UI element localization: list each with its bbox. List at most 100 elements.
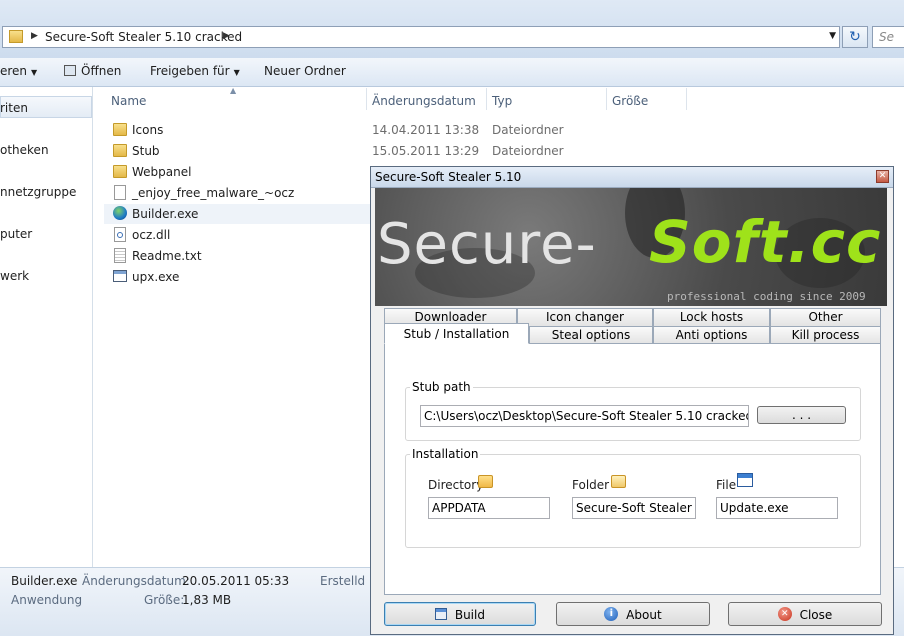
nav-item-libraries[interactable]: otheken — [0, 143, 49, 157]
about-button[interactable]: i About — [556, 602, 710, 626]
details-type: Anwendung — [11, 593, 83, 607]
organize-button[interactable]: eren ▼ — [0, 64, 37, 78]
folder-label: Folder — [572, 478, 610, 492]
nav-item-homegroup[interactable]: nnetzgruppe — [0, 185, 76, 199]
details-file-name: Builder.exe — [11, 574, 78, 588]
details-size-value: 1,83 MB — [182, 593, 232, 607]
stub-path-input[interactable]: C:\Users\ocz\Desktop\Secure-Soft Stealer… — [420, 405, 749, 427]
breadcrumb[interactable]: Secure-Soft Stealer 5.10 cracked — [45, 30, 242, 44]
tab-anti-options[interactable]: Anti options — [653, 326, 770, 344]
details-created-label: Erstelld — [320, 574, 366, 588]
column-divider[interactable] — [606, 88, 607, 110]
chevron-down-icon[interactable]: ▼ — [829, 31, 836, 41]
tab-lock-hosts[interactable]: Lock hosts — [653, 308, 770, 326]
file-name[interactable]: Icons — [132, 123, 163, 137]
sort-arrow-icon: ▲ — [230, 86, 237, 95]
share-button[interactable]: Freigeben für ▼ — [150, 64, 240, 78]
open-button[interactable]: Öffnen — [64, 64, 121, 78]
refresh-button[interactable]: ↻ — [842, 26, 868, 48]
file-date: 15.05.2011 13:29 — [372, 144, 480, 158]
exe-icon — [113, 270, 127, 282]
build-label: Build — [454, 608, 485, 622]
browse-button[interactable]: . . . — [757, 406, 846, 424]
about-label: About — [626, 608, 662, 622]
chevron-down-icon: ▼ — [233, 68, 240, 77]
tab-steal-options[interactable]: Steal options — [529, 326, 653, 344]
close-circle-icon: ✕ — [777, 607, 792, 621]
details-date-value: 20.05.2011 05:33 — [182, 574, 290, 588]
tab-other[interactable]: Other — [770, 308, 881, 326]
directory-label: Directory — [428, 478, 484, 492]
file-name[interactable]: Readme.txt — [132, 249, 202, 263]
search-input[interactable]: Se — [872, 26, 904, 48]
navigation-pane — [0, 87, 93, 567]
address-bar[interactable]: ▶ Secure-Soft Stealer 5.10 cracked ▶ ▼ — [2, 26, 840, 48]
column-divider[interactable] — [366, 88, 367, 110]
directory-folder-icon — [478, 475, 493, 488]
details-size-label: Größe: — [144, 593, 185, 607]
file-name[interactable]: upx.exe — [132, 270, 179, 284]
tab-stub-installation[interactable]: Stub / Installation — [384, 323, 529, 344]
info-icon: i — [604, 607, 619, 621]
banner-text-soft: Soft.cc — [649, 208, 882, 276]
new-folder-button[interactable]: Neuer Ordner — [264, 64, 346, 78]
folder-icon — [113, 165, 127, 178]
nav-item-network[interactable]: werk — [0, 269, 29, 283]
window-file-icon — [737, 473, 753, 487]
text-file-icon — [114, 248, 126, 263]
explorer-toolbar: eren ▼ Öffnen Freigeben für ▼ Neuer Ordner — [0, 58, 904, 87]
column-date[interactable]: Änderungsdatum — [372, 94, 476, 108]
column-name[interactable]: Name — [111, 94, 146, 108]
file-icon — [114, 185, 126, 200]
file-name[interactable]: Webpanel — [132, 165, 191, 179]
open-app-icon — [64, 65, 76, 76]
installation-label: Installation — [410, 447, 481, 461]
breadcrumb-arrow-icon[interactable]: ▶ — [223, 31, 230, 41]
refresh-icon: ↻ — [849, 29, 861, 45]
column-type[interactable]: Typ — [492, 94, 512, 108]
chevron-down-icon: ▼ — [31, 68, 38, 77]
file-name[interactable]: Builder.exe — [132, 207, 198, 221]
directory-input[interactable]: APPDATA — [428, 497, 550, 519]
folder-icon — [113, 123, 127, 136]
file-date: 14.04.2011 13:38 — [372, 123, 480, 137]
file-name[interactable]: ocz.dll — [132, 228, 170, 242]
nav-item-computer[interactable]: puter — [0, 227, 32, 241]
nav-item-favorites[interactable]: riten — [0, 101, 28, 115]
build-icon — [435, 608, 448, 620]
file-type: Dateiordner — [492, 144, 564, 158]
details-date-label: Änderungsdatum: — [82, 574, 190, 588]
banner-tagline: professional coding since 2009 — [667, 290, 866, 303]
file-type: Dateiordner — [492, 123, 564, 137]
dialog-titlebar[interactable]: Secure-Soft Stealer 5.10 ✕ — [371, 167, 893, 188]
column-divider[interactable] — [686, 88, 687, 110]
open-folder-icon — [611, 475, 626, 488]
globe-exe-icon — [113, 206, 127, 220]
file-name[interactable]: _enjoy_free_malware_~ocz — [132, 186, 294, 200]
share-label: Freigeben für — [150, 64, 230, 78]
column-divider[interactable] — [486, 88, 487, 110]
close-icon[interactable]: ✕ — [876, 170, 889, 183]
build-button[interactable]: Build — [384, 602, 536, 626]
close-button[interactable]: ✕ Close — [728, 602, 882, 626]
dialog-title: Secure-Soft Stealer 5.10 — [375, 170, 522, 184]
file-input[interactable]: Update.exe — [716, 497, 838, 519]
banner-image: Secure- Soft.cc professional coding sinc… — [375, 188, 887, 306]
banner-text-secure: Secure- — [377, 212, 597, 277]
breadcrumb-arrow-icon[interactable]: ▶ — [31, 31, 38, 41]
close-label: Close — [799, 608, 833, 622]
tab-panel-stub-installation: Stub path C:\Users\ocz\Desktop\Secure-So… — [384, 343, 881, 595]
dll-icon — [114, 227, 126, 242]
file-label: File — [716, 478, 737, 492]
file-name[interactable]: Stub — [132, 144, 160, 158]
tab-kill-process[interactable]: Kill process — [770, 326, 881, 344]
stub-path-label: Stub path — [410, 380, 473, 394]
folder-input[interactable]: Secure-Soft Stealer — [572, 497, 696, 519]
tab-icon-changer[interactable]: Icon changer — [517, 308, 653, 326]
organize-label: eren — [0, 64, 28, 78]
stealer-dialog: Secure-Soft Stealer 5.10 ✕ Secure- Soft.… — [370, 166, 894, 635]
folder-icon — [113, 144, 127, 157]
open-label: Öffnen — [81, 64, 122, 78]
folder-icon — [9, 30, 23, 43]
column-size[interactable]: Größe — [612, 94, 648, 108]
